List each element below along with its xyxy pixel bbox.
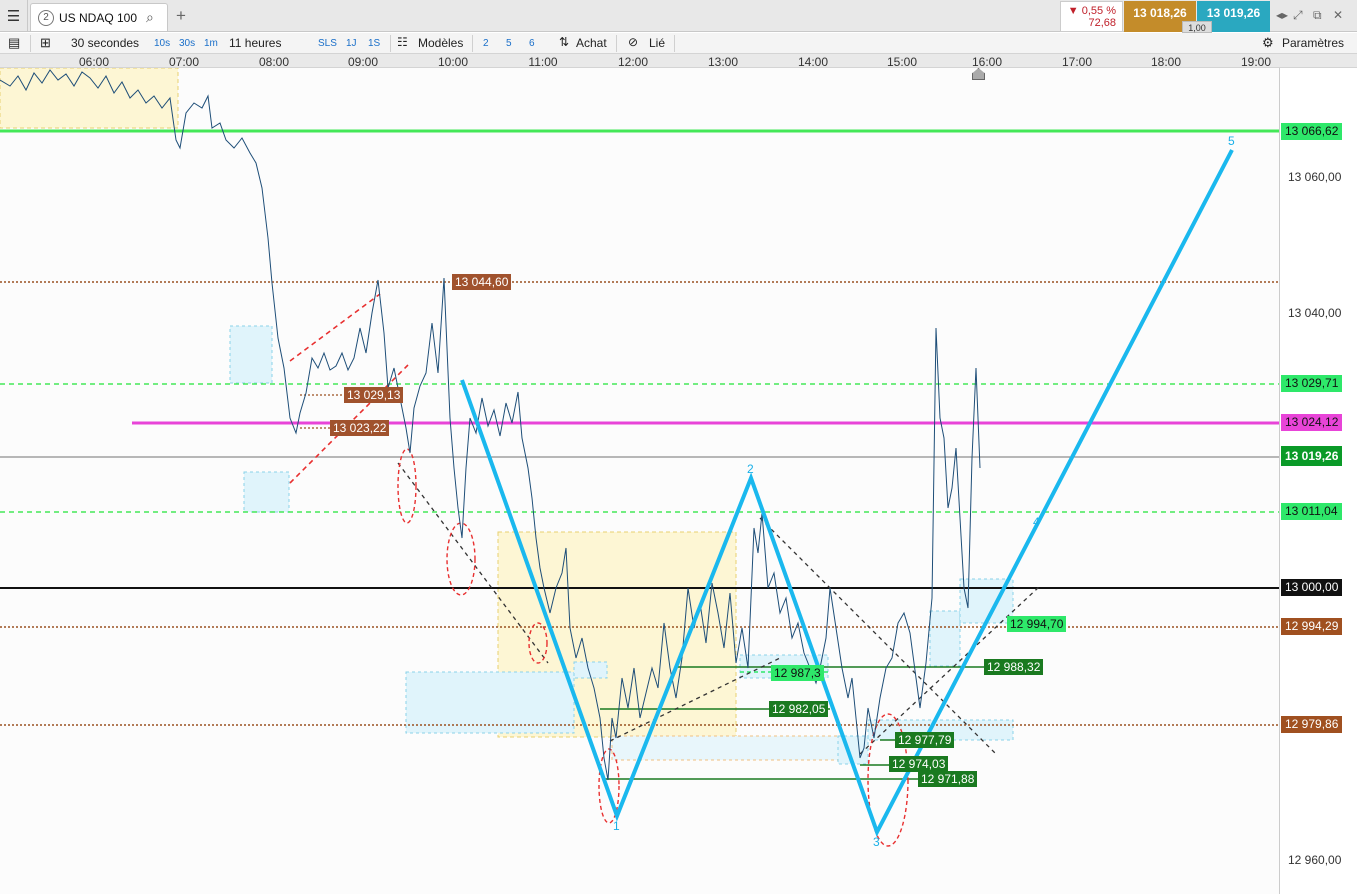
- time-tick: 12:00: [617, 55, 649, 69]
- change-absolute: 72,68: [1088, 17, 1116, 29]
- layout-list-icon[interactable]: ▤: [8, 35, 20, 51]
- interval-30s[interactable]: 30s: [179, 38, 195, 49]
- range-sls[interactable]: SLS: [318, 38, 337, 49]
- link-icon[interactable]: ⊘: [628, 35, 638, 49]
- nav-arrows-icon[interactable]: ◂▸: [1276, 8, 1288, 22]
- time-tick: 17:00: [1061, 55, 1093, 69]
- linked-button[interactable]: Lié: [649, 36, 665, 50]
- time-tick: 15:00: [886, 55, 918, 69]
- menu-icon[interactable]: ☰: [0, 0, 28, 32]
- buy-icon[interactable]: ⇅: [559, 35, 569, 49]
- price-label[interactable]: 12 971,88: [918, 771, 978, 787]
- count-5[interactable]: 5: [506, 38, 512, 49]
- time-tick: 10:00: [437, 55, 469, 69]
- price-label[interactable]: 12 982,05: [769, 701, 829, 717]
- price-tick: 13 040,00: [1288, 306, 1342, 320]
- range-1s[interactable]: 1S: [368, 38, 380, 49]
- tab-title: US NDAQ 100: [59, 10, 138, 25]
- time-axis: 06:00 07:00 08:00 09:00 10:00 11:00 12:0…: [0, 54, 1357, 69]
- price-badge: 12 979,86: [1281, 716, 1343, 733]
- time-tick: 14:00: [797, 55, 829, 69]
- time-tick: 16:00: [971, 55, 1003, 69]
- search-icon[interactable]: ⌕: [146, 9, 154, 26]
- count-2[interactable]: 2: [483, 38, 489, 49]
- wave-label-4: 4: [1033, 515, 1040, 529]
- price-label[interactable]: 12 994,70: [1007, 616, 1067, 632]
- models-button[interactable]: Modèles: [418, 36, 463, 50]
- range-1j[interactable]: 1J: [346, 38, 357, 49]
- price-badge: 13 029,71: [1281, 375, 1343, 392]
- models-icon[interactable]: ☷: [397, 35, 408, 49]
- price-tick: 12 960,00: [1288, 853, 1342, 867]
- price-label[interactable]: 13 044,60: [452, 274, 512, 290]
- current-price-badge: 13 019,26: [1281, 446, 1343, 466]
- wave-label-5: 5: [1228, 134, 1235, 148]
- time-tick: 08:00: [258, 55, 290, 69]
- time-tick: 07:00: [168, 55, 200, 69]
- price-chart[interactable]: 1 2 3 4 5 13 044,60 13 029,13 13 023,22 …: [0, 68, 1279, 894]
- time-tick: 19:00: [1240, 55, 1272, 69]
- price-badge: 13 024,12: [1281, 414, 1343, 431]
- time-tick: 13:00: [707, 55, 739, 69]
- price-badge: 12 994,29: [1281, 618, 1343, 635]
- duration-select[interactable]: 11 heures: [229, 36, 281, 50]
- change-percent: ▼ 0,55 %: [1067, 5, 1116, 17]
- liquidity-box: [405, 671, 575, 734]
- daily-change-box: ▼ 0,55 % 72,68: [1060, 1, 1123, 32]
- gear-icon[interactable]: ⚙: [1262, 35, 1274, 51]
- chart-toolbar: ▤ ⊞ 30 secondes 10s 30s 1m 11 heures SLS…: [0, 33, 1357, 54]
- liquidity-box: [243, 471, 290, 513]
- wave-label-1: 1: [613, 819, 620, 833]
- time-tick: 18:00: [1150, 55, 1182, 69]
- instrument-tab[interactable]: 2 US NDAQ 100 ⌕: [30, 3, 168, 31]
- price-tick: 13 060,00: [1288, 170, 1342, 184]
- settings-button[interactable]: Paramètres: [1282, 36, 1344, 50]
- price-label[interactable]: 12 977,79: [895, 732, 955, 748]
- interval-select[interactable]: 30 secondes: [71, 36, 139, 50]
- wave-label-2: 2: [747, 462, 754, 476]
- price-label[interactable]: 12 974,03: [889, 756, 949, 772]
- popout-icon[interactable]: ⧉: [1313, 8, 1322, 23]
- time-tick: 09:00: [347, 55, 379, 69]
- price-label[interactable]: 13 029,13: [344, 387, 404, 403]
- expand-icon[interactable]: ⤢: [1293, 8, 1303, 23]
- count-6[interactable]: 6: [529, 38, 535, 49]
- time-tick: 06:00: [78, 55, 110, 69]
- time-tick: 11:00: [528, 55, 558, 69]
- wave-label-3: 3: [873, 835, 880, 849]
- price-badge: 13 000,00: [1281, 579, 1343, 596]
- price-label[interactable]: 13 023,22: [330, 420, 390, 436]
- interval-1m[interactable]: 1m: [204, 38, 218, 49]
- price-badge: 13 066,62: [1281, 123, 1343, 140]
- close-icon[interactable]: ✕: [1333, 8, 1343, 22]
- price-label[interactable]: 12 988,32: [984, 659, 1044, 675]
- liquidity-box: [929, 610, 961, 667]
- tab-number-badge: 2: [38, 9, 54, 26]
- price-label[interactable]: 12 987,3: [771, 665, 824, 681]
- price-axis[interactable]: 13 060,00 13 040,00 12 960,00 13 066,62 …: [1279, 68, 1357, 894]
- title-bar: ☰ 2 US NDAQ 100 ⌕ + ▼ 0,55 % 72,68 13 01…: [0, 0, 1357, 33]
- add-tab-icon[interactable]: +: [176, 6, 186, 26]
- liquidity-box: [229, 325, 273, 384]
- price-badge: 13 011,04: [1281, 503, 1342, 520]
- grid-layout-icon[interactable]: ⊞: [40, 35, 51, 51]
- chart-drawing-canvas: [0, 68, 1279, 847]
- buy-button[interactable]: Achat: [576, 36, 607, 50]
- interval-10s[interactable]: 10s: [154, 38, 170, 49]
- spread-badge: 1,00: [1182, 21, 1212, 33]
